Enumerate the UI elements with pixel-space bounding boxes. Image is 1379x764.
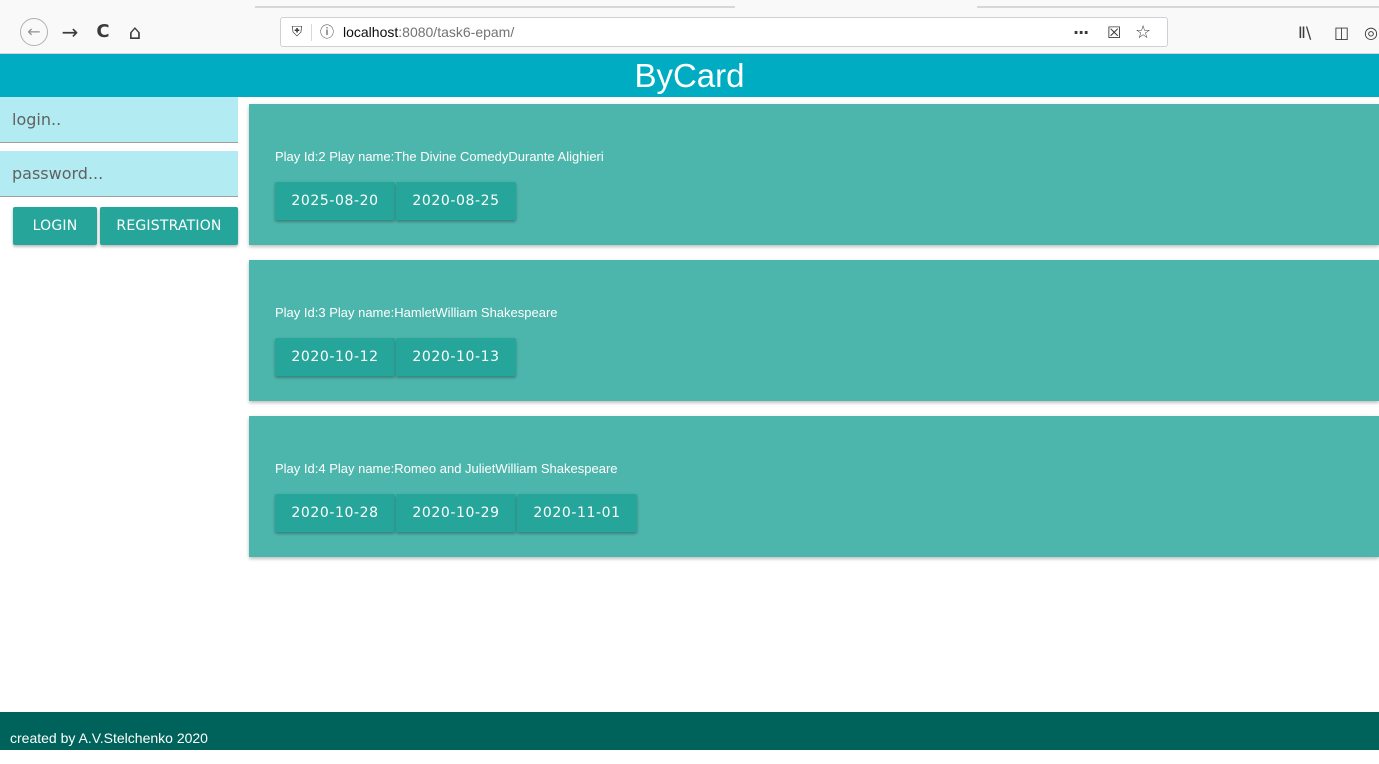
forward-icon[interactable]: → [56,18,84,46]
play-title: Play Id:2 Play name:The Divine ComedyDur… [275,149,604,164]
footer-text: created by A.V.Stelchenko 2020 [10,730,208,746]
info-icon[interactable]: ⓘ [317,21,337,43]
registration-button[interactable]: REGISTRATION [100,207,238,245]
date-button[interactable]: 2020-10-13 [396,338,516,376]
date-button[interactable]: 2020-10-12 [275,338,395,376]
reload-icon[interactable]: C [89,18,117,46]
site-footer: created by A.V.Stelchenko 2020 [0,712,1379,750]
bookmark-star-icon[interactable]: ☆ [1135,21,1151,43]
play-card: Play Id:4 Play name:Romeo and JulietWill… [249,416,1379,557]
site-header: ByCard [0,54,1379,97]
date-button[interactable]: 2020-08-25 [396,182,516,220]
auth-buttons: LOGIN REGISTRATION [13,207,238,245]
pocket-icon[interactable]: ☒ [1107,21,1121,43]
tab-divider [977,6,1379,8]
date-button[interactable]: 2020-11-01 [517,494,637,532]
library-icon[interactable]: Ⅱ\ [1298,18,1311,46]
more-icon[interactable]: ··· [1073,21,1089,43]
play-title: Play Id:4 Play name:Romeo and JulietWill… [275,461,618,476]
date-button[interactable]: 2020-10-28 [275,494,395,532]
login-input[interactable]: login.. [0,97,238,143]
play-title: Play Id:3 Play name:HamletWilliam Shakes… [275,305,558,320]
back-icon[interactable]: ← [20,18,48,46]
url-separator [311,24,312,41]
login-placeholder: login.. [12,110,62,129]
sidebar-icon[interactable]: ◫ [1334,18,1349,46]
url-text[interactable]: localhost:8080/task6-epam/ [343,24,514,40]
password-input[interactable]: password... [0,151,238,197]
date-button[interactable]: 2020-10-29 [396,494,516,532]
play-list: Play Id:2 Play name:The Divine ComedyDur… [249,104,1379,572]
tab-divider [255,6,735,8]
home-icon[interactable]: ⌂ [121,18,149,46]
date-button[interactable]: 2025-08-20 [275,182,395,220]
login-button[interactable]: LOGIN [13,207,97,245]
browser-toolbar: ← → C ⌂ ⛨ ⓘ localhost:8080/task6-epam/ ·… [0,0,1379,54]
site-title: ByCard [634,57,745,94]
url-path: :8080/task6-epam/ [398,24,515,40]
url-bar[interactable]: ⛨ ⓘ localhost:8080/task6-epam/ ··· ☒ ☆ [280,17,1168,47]
play-card: Play Id:2 Play name:The Divine ComedyDur… [249,104,1379,245]
login-sidebar: login.. password... LOGIN REGISTRATION [0,97,238,245]
play-dates: 2020-10-28 2020-10-29 2020-11-01 [275,494,638,532]
account-icon[interactable]: ◎ [1364,18,1378,46]
play-dates: 2020-10-12 2020-10-13 [275,338,517,376]
play-card: Play Id:3 Play name:HamletWilliam Shakes… [249,260,1379,401]
password-placeholder: password... [12,164,104,183]
play-dates: 2025-08-20 2020-08-25 [275,182,517,220]
tab-strip [0,0,1379,8]
shield-icon[interactable]: ⛨ [287,21,307,43]
url-host: localhost [343,24,399,40]
